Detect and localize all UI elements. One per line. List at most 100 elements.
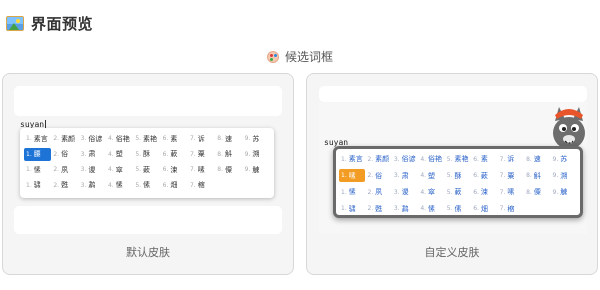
candidate-item[interactable]: 6. 素: [471, 153, 497, 166]
candidate-text: 夙: [61, 165, 69, 174]
candidate-item[interactable]: 3. 俗谚: [79, 132, 106, 145]
candidate-item[interactable]: 3. 鹔: [79, 179, 106, 192]
candidate-item[interactable]: 2. 夙: [51, 163, 78, 176]
candidate-text: 樎: [507, 204, 515, 213]
candidate-item[interactable]: 7. 嗉: [188, 163, 215, 176]
candidate-number: 7.: [189, 181, 196, 189]
selected-candidate[interactable]: 1. 嗉: [339, 169, 366, 183]
candidate-item[interactable]: 5. 素艳: [133, 132, 160, 145]
candidate-item[interactable]: 2. 俗: [365, 169, 391, 182]
candidate-item[interactable]: 9. 觫: [551, 186, 577, 199]
candidate-item[interactable]: 7. 樎: [188, 179, 215, 192]
candidate-item[interactable]: 7. 樎: [498, 202, 524, 215]
candidate-item[interactable]: 8. 僳: [524, 186, 550, 199]
candidate-number: 3.: [80, 166, 87, 174]
candidate-item[interactable]: 8. 速: [215, 132, 242, 145]
candidate-item[interactable]: 7. 嗉: [498, 186, 524, 199]
candidate-item[interactable]: 1. 素言: [339, 153, 365, 166]
candidate-item[interactable]: 3. 俗谚: [392, 153, 418, 166]
candidate-number: 1.: [26, 150, 32, 158]
candidate-text: 愫: [348, 188, 356, 197]
candidate-number: 3.: [80, 135, 87, 143]
candidate-item[interactable]: 3. 谡: [79, 163, 106, 176]
candidate-item[interactable]: 6. 畑: [471, 202, 497, 215]
candidate-item[interactable]: 2. 甦: [51, 179, 78, 192]
candidate-item[interactable]: 9. 溯: [551, 169, 577, 182]
candidate-item[interactable]: 3. 谡: [392, 186, 418, 199]
candidate-item[interactable]: 5. 酥: [445, 169, 471, 182]
candidate-item[interactable]: 9. 溯: [243, 148, 270, 161]
candidate-number: 8.: [526, 172, 532, 180]
candidate-item[interactable]: 8. 僳: [215, 163, 242, 176]
candidate-number: 2.: [367, 188, 374, 196]
candidate-text: 鹔: [88, 181, 96, 190]
candidate-item[interactable]: 1. 素言: [24, 132, 51, 145]
candidate-text: 素艳: [454, 155, 469, 164]
preview-bottom-bar: [14, 206, 282, 234]
candidate-text: 俗谚: [401, 155, 416, 164]
default-skin-card[interactable]: suyan 1. 素言 2. 素颜 3. 俗谚 4. 俗艳 5. 素艳 6. 素 7. 诉 8. 速 9. 苏 1.…: [2, 73, 294, 275]
candidate-item[interactable]: 6. 涑: [161, 163, 188, 176]
candidate-text: 骕: [33, 181, 41, 190]
candidate-item[interactable]: 7. 粟: [188, 148, 215, 161]
candidate-number: 5.: [446, 205, 453, 213]
candidate-number: 9.: [552, 172, 559, 180]
candidate-text: 苏: [252, 134, 260, 143]
candidate-text: 畑: [480, 204, 488, 213]
candidate-item[interactable]: 3. 肃: [392, 169, 418, 182]
candidate-row: 1. 骕 2. 甦 3. 鹔 4. 愫 5. 傃 6. 畑 7. 樎: [339, 201, 577, 218]
candidate-item[interactable]: 5. 傃: [133, 179, 160, 192]
candidate-item[interactable]: 9. 苏: [243, 132, 270, 145]
candidate-item[interactable]: 4. 窣: [106, 163, 133, 176]
candidate-text: 粟: [507, 171, 515, 180]
candidate-item[interactable]: 5. 素艳: [445, 153, 471, 166]
candidate-item[interactable]: 7. 粟: [498, 169, 524, 182]
candidate-item[interactable]: 2. 素颜: [51, 132, 78, 145]
candidate-item[interactable]: 9. 苏: [551, 153, 577, 166]
candidate-item[interactable]: 4. 愫: [418, 202, 444, 215]
custom-skin-label: 自定义皮肤: [424, 246, 480, 259]
candidate-item[interactable]: 3. 肃: [79, 148, 106, 161]
candidate-item[interactable]: 2. 素颜: [365, 153, 391, 166]
candidate-number: 3.: [80, 150, 87, 158]
candidate-item[interactable]: 6. 蔌: [161, 148, 188, 161]
candidate-text: 俗谚: [88, 134, 103, 143]
candidate-item[interactable]: 5. 蔌: [445, 186, 471, 199]
candidate-item[interactable]: 1. 愫: [24, 163, 51, 176]
candidate-item[interactable]: 5. 蔌: [133, 163, 160, 176]
candidate-item[interactable]: 2. 甦: [365, 202, 391, 215]
candidate-item[interactable]: 4. 窣: [418, 186, 444, 199]
candidate-item[interactable]: 5. 酥: [133, 148, 160, 161]
candidate-item[interactable]: 4. 塑: [418, 169, 444, 182]
candidate-item[interactable]: 8. 斛: [215, 148, 242, 161]
custom-skin-card[interactable]: suyan 1. 素言 2. 素颜 3. 俗谚 4. 俗艳 5. 素艳 6. 素 7. 诉 8. 速 9. 苏 1.…: [306, 73, 598, 275]
candidate-empty-slot: [215, 179, 242, 192]
candidate-item[interactable]: 4. 俗艳: [106, 132, 133, 145]
candidate-item[interactable]: 2. 夙: [365, 186, 391, 199]
candidate-number: 5.: [135, 135, 142, 143]
candidate-item[interactable]: 4. 愫: [106, 179, 133, 192]
candidate-item[interactable]: 7. 诉: [498, 153, 524, 166]
candidate-item[interactable]: 6. 涑: [471, 186, 497, 199]
candidate-item[interactable]: 4. 塑: [106, 148, 133, 161]
candidate-item[interactable]: 2. 俗: [51, 148, 78, 161]
candidate-item[interactable]: 5. 傃: [445, 202, 471, 215]
candidate-number: 6.: [162, 150, 169, 158]
candidate-item[interactable]: 7. 诉: [188, 132, 215, 145]
candidate-item[interactable]: 8. 速: [524, 153, 550, 166]
candidate-item[interactable]: 6. 蔌: [471, 169, 497, 182]
selected-candidate[interactable]: 1. 腰: [24, 147, 52, 161]
candidate-number: 1.: [26, 181, 32, 189]
candidate-item[interactable]: 6. 素: [161, 132, 188, 145]
candidate-item[interactable]: 6. 畑: [161, 179, 188, 192]
candidate-item[interactable]: 4. 俗艳: [418, 153, 444, 166]
candidate-text: 速: [225, 134, 233, 143]
candidate-number: 3.: [393, 188, 400, 196]
candidate-item[interactable]: 8. 斛: [524, 169, 550, 182]
candidate-item[interactable]: 1. 愫: [339, 186, 365, 199]
candidate-item[interactable]: 1. 骕: [339, 202, 365, 215]
candidate-item[interactable]: 1. 骕: [24, 179, 51, 192]
candidate-item[interactable]: 9. 觫: [243, 163, 270, 176]
candidate-item[interactable]: 3. 鹔: [392, 202, 418, 215]
candidate-text: 甦: [375, 204, 383, 213]
